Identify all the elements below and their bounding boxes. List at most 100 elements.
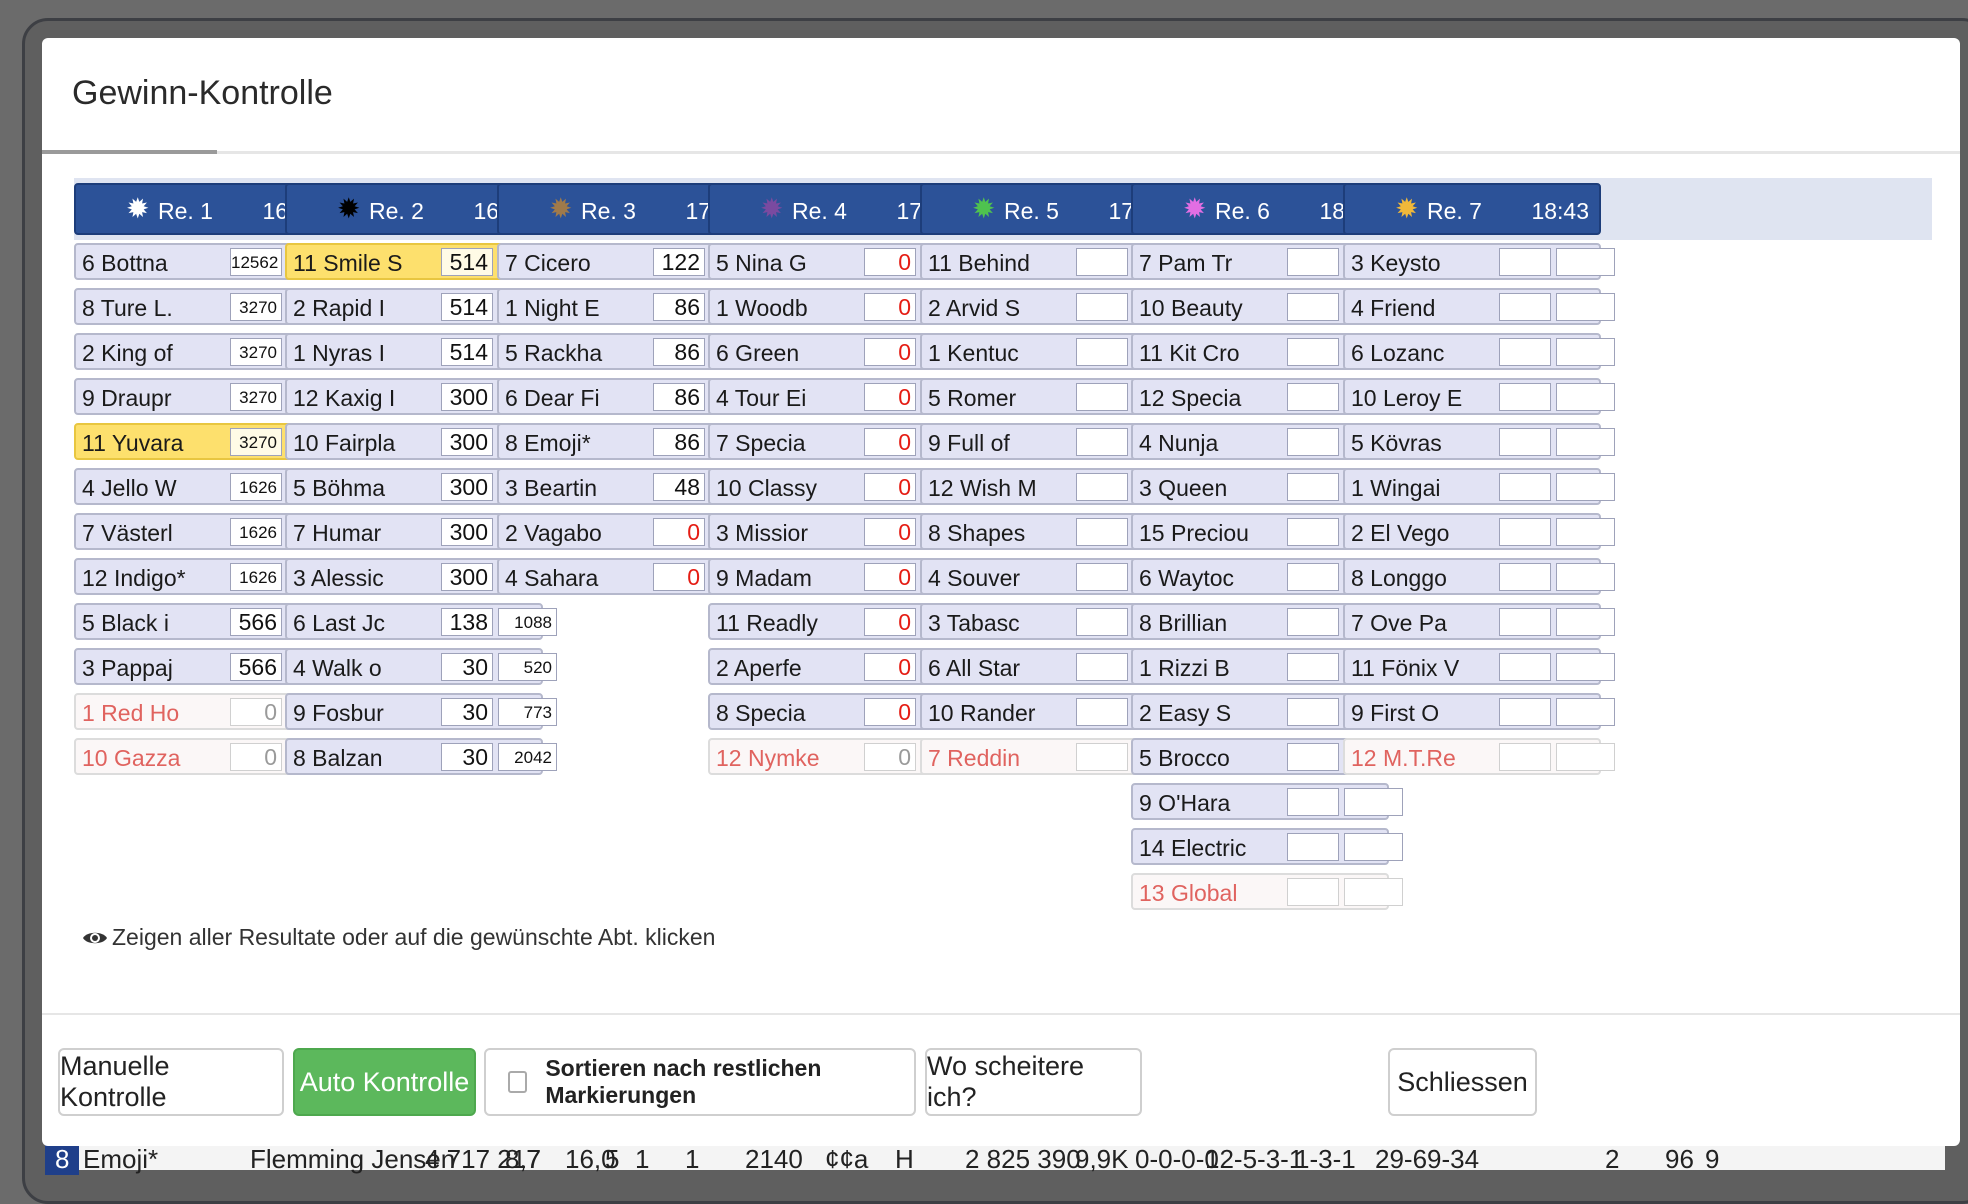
horse-name: 2 El Vego — [1351, 520, 1450, 546]
horse-name: 1 Kentuc — [928, 340, 1019, 366]
star-icon: ✹ — [126, 193, 150, 224]
horse-row[interactable]: 1 Wingai — [1343, 468, 1615, 505]
horse-name: 2 Vagabo — [505, 520, 602, 546]
star-icon: ✹ — [1395, 193, 1419, 224]
horse-name: 9 Madam — [716, 565, 812, 591]
horse-name: 11 Yuvara — [82, 430, 184, 456]
horse-row[interactable]: 6 Lozanc — [1343, 333, 1615, 370]
dialog-title: Gewinn-Kontrolle — [72, 74, 333, 112]
background-cell: 1-3-1 — [1295, 1144, 1356, 1174]
points-field: 30 — [441, 653, 493, 681]
horse-row[interactable]: 10 Leroy E — [1343, 378, 1615, 415]
background-cell: H — [895, 1144, 914, 1174]
background-cell: 12-5-3-1 — [1205, 1144, 1304, 1174]
auto-control-label: Auto Kontrolle — [299, 1066, 470, 1097]
sort-remaining-checkbox[interactable] — [508, 1071, 528, 1093]
horse-row[interactable]: 6 Last Jc 138 1088 — [285, 603, 557, 640]
hint-text: Zeigen aller Resultate oder auf die gewü… — [82, 924, 715, 951]
horse-name: 6 Waytoc — [1139, 565, 1235, 591]
horse-row[interactable]: 9 O'Hara — [1131, 783, 1403, 820]
points-field: 30 — [441, 698, 493, 726]
horse-name: 14 Electric — [1139, 835, 1247, 861]
points-field: 300 — [441, 563, 493, 591]
horse-name: 3 Tabasc — [928, 610, 1020, 636]
points-field: 0 — [864, 473, 916, 501]
points-field — [1076, 428, 1128, 456]
horse-name: 6 Dear Fi — [505, 385, 600, 411]
horse-name: 4 Jello W — [82, 475, 177, 501]
horse-name: 5 Böhma — [293, 475, 386, 501]
points-field: 0 — [230, 698, 282, 726]
points-field: 0 — [864, 338, 916, 366]
points-field: 86 — [653, 338, 705, 366]
points-field — [1287, 248, 1339, 276]
horse-row[interactable]: 9 First O — [1343, 693, 1615, 730]
background-cell: 1 — [635, 1144, 650, 1174]
horse-row[interactable]: 12 M.T.Re — [1343, 738, 1615, 775]
points-field: 30 — [441, 743, 493, 771]
manual-control-button[interactable]: Manuelle Kontrolle — [58, 1048, 284, 1116]
star-icon: ✹ — [549, 193, 573, 224]
points-field: 3270 — [230, 293, 282, 321]
odds-field — [1556, 428, 1615, 456]
odds-field: 1088 — [498, 608, 557, 636]
horse-name: 8 Brillian — [1139, 610, 1228, 636]
horse-row[interactable]: 2 El Vego — [1343, 513, 1615, 550]
points-field: 566 — [230, 608, 282, 636]
horse-row[interactable]: 14 Electric — [1131, 828, 1403, 865]
odds-field — [1556, 248, 1615, 276]
background-cell: 9,9K — [1075, 1144, 1129, 1174]
points-field — [1076, 338, 1128, 366]
background-cell: 1 — [685, 1144, 700, 1174]
background-cell: Emoji* — [83, 1144, 159, 1174]
horse-name: 11 Behind — [928, 250, 1030, 276]
points-field: 3270 — [230, 428, 282, 456]
points-field: 0 — [864, 698, 916, 726]
points-field — [1076, 293, 1128, 321]
horse-name: 6 Last Jc — [293, 610, 386, 636]
where-do-i-fail-button[interactable]: Wo scheitere ich? — [925, 1048, 1142, 1116]
sort-remaining-toggle[interactable]: Sortieren nach restlichen Markierungen — [484, 1048, 916, 1116]
horse-row[interactable]: 3 Keysto — [1343, 243, 1615, 280]
odds-field — [1556, 563, 1615, 591]
horse-row[interactable]: 7 Ove Pa — [1343, 603, 1615, 640]
horse-name: 13 Global — [1139, 880, 1238, 906]
horse-row[interactable]: 9 Fosbur 30 773 — [285, 693, 557, 730]
odds-field — [1556, 473, 1615, 501]
horse-name: 4 Walk o — [293, 655, 382, 681]
horse-row[interactable]: 4 Friend — [1343, 288, 1615, 325]
horse-row[interactable]: 4 Walk o 30 520 — [285, 648, 557, 685]
race-column-7: ✹ Re. 7 18:43 3 Keysto 4 Friend 6 Lozanc 10 Le… — [1343, 183, 1615, 775]
horse-name: 7 Specia — [716, 430, 806, 456]
race-header-7[interactable]: ✹ Re. 7 18:43 — [1343, 183, 1601, 235]
horse-name: 7 Humar — [293, 520, 382, 546]
points-field — [1287, 518, 1339, 546]
horse-name: 8 Longgo — [1351, 565, 1447, 591]
horse-row[interactable]: 8 Balzan 30 2042 — [285, 738, 557, 775]
horse-row[interactable]: 13 Global — [1131, 873, 1403, 910]
points-field: 300 — [441, 473, 493, 501]
points-field — [1499, 698, 1551, 726]
horse-name: 11 Kit Cro — [1139, 340, 1240, 366]
horse-row[interactable]: 5 Kövras — [1343, 423, 1615, 460]
points-field — [1076, 743, 1128, 771]
horse-name: 5 Black i — [82, 610, 169, 636]
points-field — [1287, 743, 1339, 771]
odds-field — [1344, 833, 1403, 861]
auto-control-button[interactable]: Auto Kontrolle — [293, 1048, 476, 1116]
points-field: 0 — [653, 563, 705, 591]
horse-name: 12 Nymke — [716, 745, 820, 771]
points-field — [1287, 788, 1339, 816]
horse-row[interactable]: 8 Longgo — [1343, 558, 1615, 595]
odds-field — [1556, 518, 1615, 546]
points-field: 138 — [441, 608, 493, 636]
points-field — [1499, 743, 1551, 771]
odds-field: 773 — [498, 698, 557, 726]
points-field: 514 — [441, 293, 493, 321]
horse-name: 8 Ture L. — [82, 295, 173, 321]
horse-row[interactable]: 11 Fönix V — [1343, 648, 1615, 685]
points-field — [1499, 653, 1551, 681]
background-cell: 9 — [1705, 1144, 1720, 1174]
horse-name: 3 Pappaj — [82, 655, 173, 681]
close-button[interactable]: Schliessen — [1388, 1048, 1537, 1116]
